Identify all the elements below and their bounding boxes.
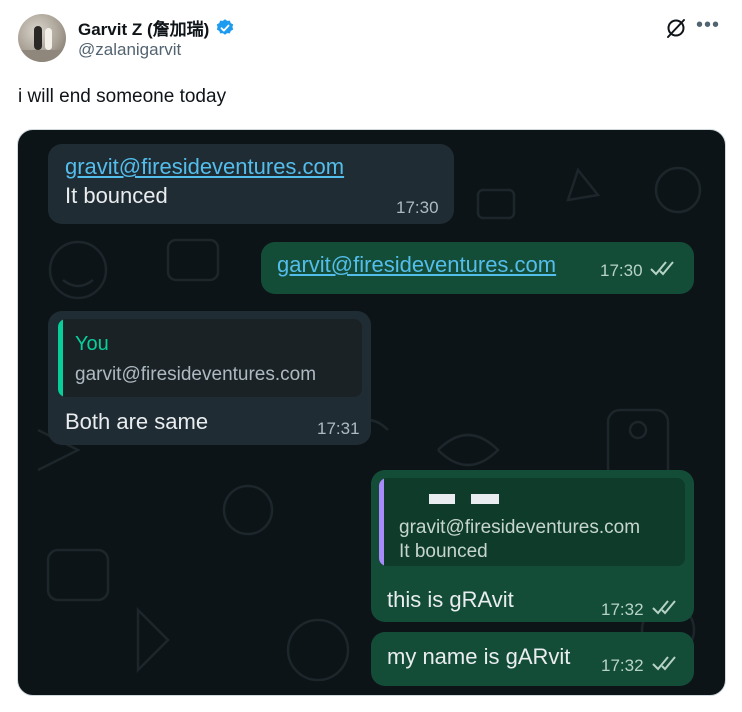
message-time: 17:32 [601, 600, 644, 619]
message-time: 17:30 [396, 198, 439, 217]
email-link[interactable]: gravit@firesideventures.com [65, 154, 344, 180]
email-link[interactable]: garvit@firesideventures.com [277, 252, 556, 278]
outgoing-reply-message[interactable]: gravit@firesideventures.com It bounced t… [371, 470, 694, 622]
avatar[interactable] [18, 14, 66, 62]
message-time: 17:30 [600, 261, 643, 280]
display-name[interactable]: Garvit Z (詹加瑞) [78, 15, 209, 40]
author-handle[interactable]: @zalanigarvit [78, 40, 181, 60]
quoted-message[interactable]: You garvit@firesideventures.com [58, 319, 362, 397]
quoted-message[interactable]: gravit@firesideventures.com It bounced [379, 478, 685, 566]
redacted-quote-author [471, 494, 499, 504]
read-receipt-icon [650, 261, 674, 276]
tweet-text: i will end someone today [18, 86, 227, 107]
outgoing-message[interactable]: garvit@firesideventures.com 17:30 [261, 242, 694, 294]
quote-author: You [75, 333, 109, 355]
avatar-figure [34, 26, 42, 50]
message-time: 17:31 [317, 419, 360, 438]
more-icon[interactable]: ••• [696, 14, 720, 37]
author-name-row: Garvit Z (詹加瑞) [78, 15, 235, 40]
verified-badge-icon [217, 18, 234, 35]
grok-icon[interactable] [664, 16, 688, 40]
message-text: my name is gARvit [387, 644, 571, 669]
quote-accent-bar [379, 478, 384, 566]
read-receipt-icon [652, 656, 676, 671]
quote-text: garvit@firesideventures.com [75, 364, 317, 385]
avatar-floor [18, 50, 66, 62]
incoming-reply-message[interactable]: You garvit@firesideventures.com Both are… [48, 311, 371, 445]
quote-text: gravit@firesideventures.com [399, 517, 641, 538]
quote-accent-bar [58, 319, 63, 397]
incoming-message[interactable]: gravit@firesideventures.com It bounced 1… [48, 144, 454, 224]
outgoing-message[interactable]: my name is gARvit 17:32 [371, 632, 694, 686]
quote-text: It bounced [399, 541, 488, 562]
redacted-quote-author [429, 494, 455, 504]
message-text: this is gRAvit [387, 587, 514, 612]
avatar-figure [45, 28, 52, 50]
message-text: Both are same [65, 409, 209, 434]
message-time: 17:32 [601, 656, 644, 675]
chat-screenshot[interactable]: gravit@firesideventures.com It bounced 1… [17, 129, 726, 696]
read-receipt-icon [652, 600, 676, 615]
message-text: It bounced [65, 183, 168, 208]
